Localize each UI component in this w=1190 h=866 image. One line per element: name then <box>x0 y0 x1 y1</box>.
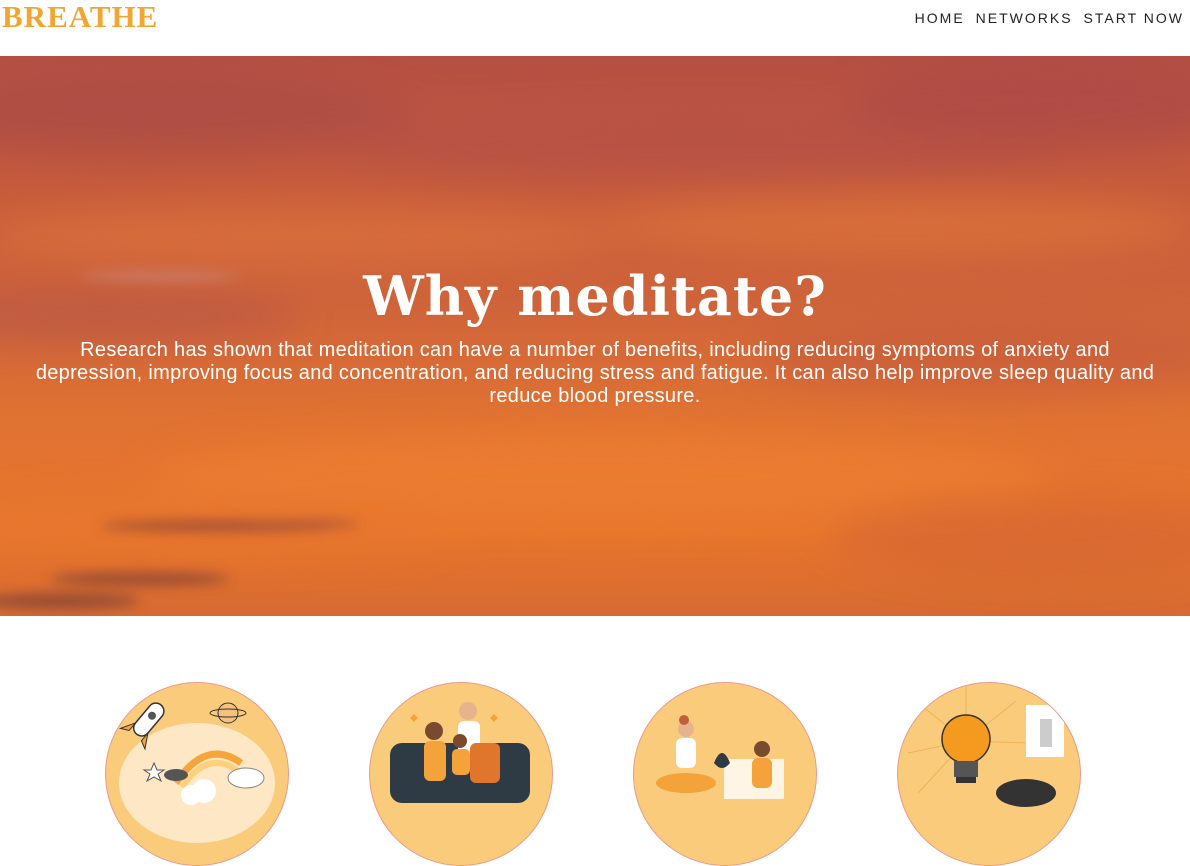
nav-link-home[interactable]: HOME <box>915 10 965 26</box>
hero-section: Why meditate? Research has shown that me… <box>0 56 1190 616</box>
lightbulb-idea-illustration <box>897 682 1081 866</box>
rocket-rainbow-unicorn-illustration <box>105 682 289 866</box>
nav-link-networks[interactable]: NETWORKS <box>976 10 1073 26</box>
family-on-couch-illustration <box>369 682 553 866</box>
main-nav: HOME NETWORKS START NOW <box>915 10 1184 26</box>
hero-title: Why meditate? <box>363 264 827 328</box>
brand-logo[interactable]: BREATHE <box>2 0 158 34</box>
nav-link-start-now[interactable]: START NOW <box>1084 10 1184 26</box>
hero-description: Research has shown that meditation can h… <box>35 339 1155 407</box>
people-meditating-illustration <box>633 682 817 866</box>
top-navigation-bar: BREATHE HOME NETWORKS START NOW <box>0 0 1190 56</box>
sunset-sky-background <box>0 61 1190 609</box>
